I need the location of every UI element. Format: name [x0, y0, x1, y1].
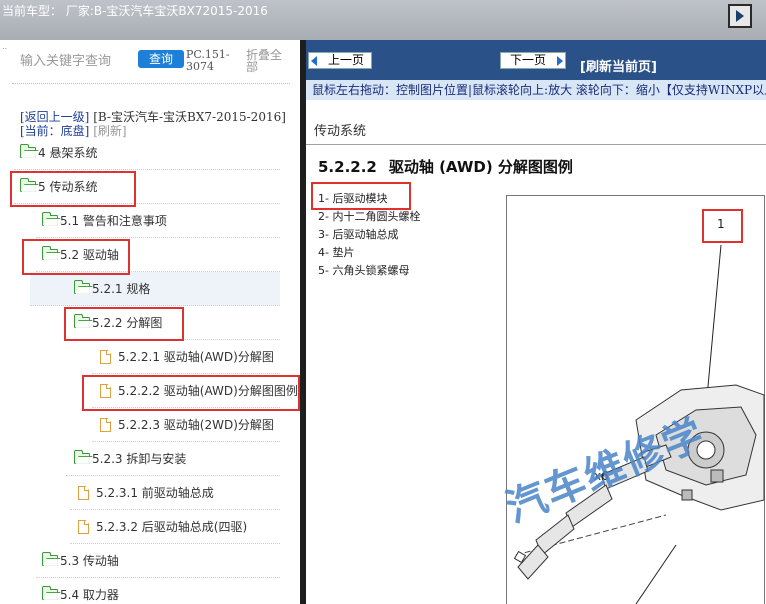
folder-icon [42, 212, 58, 226]
tree-item-5-2-2-1[interactable]: 5.2.2.1 驱动轴(AWD)分解图 [92, 340, 280, 374]
prev-page-button[interactable]: 上一页 [308, 52, 372, 69]
divider [12, 83, 290, 84]
document-title: 5.2.2.2 驱动轴 (AWD) 分解图图例 [318, 156, 573, 177]
window-title: 当前车型： 厂家:B-宝沃汽车宝沃BX72015-2016 [2, 4, 268, 18]
section-divider [306, 144, 766, 145]
highlight-box [64, 307, 184, 341]
refresh-current-page-link[interactable]: [刷新当前页] [580, 56, 657, 75]
tree-item-5-2-1-specs[interactable]: 5.2.1 规格 [30, 272, 280, 306]
folder-icon [74, 450, 90, 464]
title-bar: 当前车型： 厂家:B-宝沃汽车宝沃BX72015-2016 [0, 0, 766, 40]
collapse-all-button[interactable]: 折叠全部 [246, 49, 290, 73]
document-icon [100, 350, 111, 364]
folder-icon [20, 144, 36, 158]
tree-item-5-2-2-3[interactable]: 5.2.2.3 驱动轴(2WD)分解图 [92, 408, 280, 442]
hint-text: 鼠标左右拖动：控制图片位置|鼠标滚轮向上:放大 滚轮向下：缩小【仅支持WINXP… [312, 83, 766, 97]
highlight-box [10, 171, 136, 207]
play-arrow-icon [736, 10, 744, 22]
breadcrumb: [返回上一级] [B-宝沃汽车-宝沃BX7-2015-2016] [当前：底盘]… [20, 110, 286, 138]
search-bar: .. 查询 PC.151-3074 折叠全部 [0, 40, 304, 88]
next-page-button[interactable]: 下一页 [500, 52, 566, 69]
tree-item-4-suspension[interactable]: 4 悬架系统 [14, 136, 280, 170]
back-link[interactable]: [返回上一级] [20, 110, 89, 124]
folder-icon [42, 552, 58, 566]
tree-item-5-2-3-1[interactable]: 5.2.3.1 前驱动轴总成 [70, 476, 280, 510]
callout-leader [635, 544, 677, 604]
folder-icon [74, 280, 90, 294]
tree-item-5-2-3-2[interactable]: 5.2.3.2 后驱动轴总成(四驱) [70, 510, 280, 544]
tree-item-5-4-pto[interactable]: 5.4 取力器 [36, 578, 280, 604]
search-button[interactable]: 查询 [138, 50, 184, 68]
legend-item: 4- 垫片 [318, 246, 355, 259]
document-icon [78, 520, 89, 534]
highlight-box [82, 375, 300, 411]
section-title: 传动系统 [314, 124, 367, 139]
document-number: 5.2.2.2 [318, 158, 377, 176]
legend-item: 3- 后驱动轴总成 [318, 228, 399, 241]
breadcrumb-path: [B-宝沃汽车-宝沃BX7-2015-2016] [93, 110, 286, 124]
search-input[interactable] [14, 50, 144, 72]
page-nav-bar: 上一页 下一页 [刷新当前页] [306, 40, 766, 80]
legend-item: 2- 内十二角圆头螺栓 [318, 210, 421, 223]
hint-bar: 鼠标左右拖动：控制图片位置|鼠标滚轮向上:放大 滚轮向下：缩小【仅支持WINXP… [306, 80, 766, 100]
arrow-right-icon [557, 56, 563, 66]
tree-item-5-3-propshaft[interactable]: 5.3 传动轴 [36, 544, 280, 578]
document-icon [100, 418, 111, 432]
highlight-box [311, 182, 411, 210]
pc-code-label: PC.151-3074 [186, 48, 230, 73]
folder-icon [42, 586, 58, 600]
left-panel: .. 查询 PC.151-3074 折叠全部 [返回上一级] [B-宝沃汽车-宝… [0, 40, 304, 604]
tree-item-5-1-warnings[interactable]: 5.1 警告和注意事项 [36, 204, 280, 238]
arrow-left-icon [311, 56, 317, 66]
expand-toggle-button[interactable] [728, 4, 752, 28]
resize-grip-icon: .. [2, 42, 8, 51]
document-heading: 驱动轴 (AWD) 分解图图例 [388, 158, 573, 176]
legend-item: 5- 六角头锁紧螺母 [318, 264, 410, 277]
callout-number: 1 [717, 217, 725, 231]
document-view[interactable]: 传动系统 5.2.2.2 驱动轴 (AWD) 分解图图例 1- 后驱动模块 2- … [306, 100, 766, 604]
document-icon [78, 486, 89, 500]
highlight-box [22, 239, 130, 275]
exploded-diagram: x6 1 [506, 195, 765, 604]
tree-item-5-2-3-removal[interactable]: 5.2.3 拆卸与安装 [66, 442, 280, 476]
